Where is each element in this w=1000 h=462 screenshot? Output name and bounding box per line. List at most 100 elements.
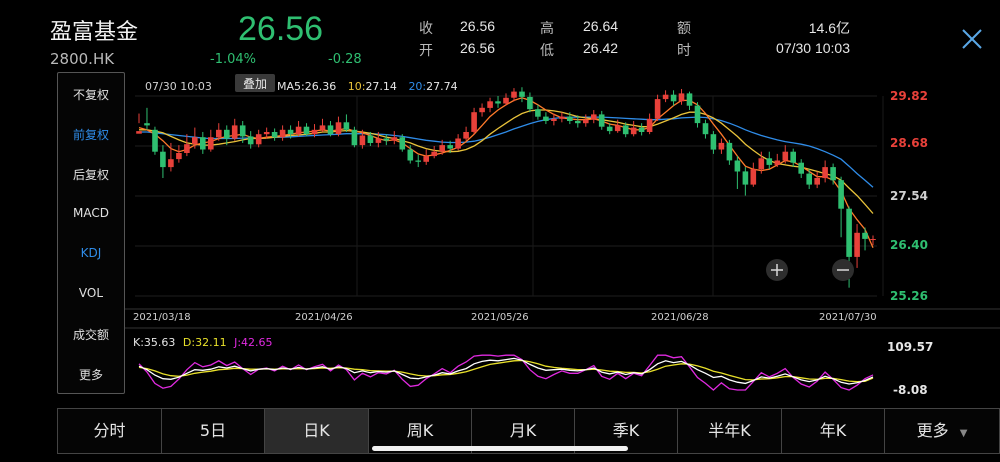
candle-body [271, 132, 278, 138]
candle-body [862, 232, 868, 239]
candle-body [479, 107, 485, 113]
candle-body [463, 132, 469, 139]
candle-body [247, 136, 254, 145]
sidebar-item-kdj[interactable]: KDJ [58, 246, 124, 260]
tab-daily-k[interactable]: 日K [265, 409, 369, 453]
close-button[interactable] [957, 24, 987, 54]
date-tick: 2021/06/28 [651, 312, 709, 323]
candle-body [838, 180, 844, 209]
candle-body [471, 112, 477, 132]
quote-label-close: 收 [419, 21, 433, 37]
ma5-label: MA5: [277, 80, 305, 93]
candle-body [168, 159, 174, 168]
candle-body [575, 121, 581, 124]
kdj-max-tick: 109.57 [887, 340, 933, 354]
ma-legend: MA5:26.36 10:27.14 20:27.74 [277, 80, 458, 93]
candle-body [830, 167, 836, 181]
candle-body [598, 114, 605, 127]
candle-body [303, 126, 310, 135]
candle-body [407, 149, 414, 161]
candle-body [327, 125, 334, 135]
date-tick: 2021/04/26 [295, 312, 353, 323]
kdj-legend: K:35.63 D:32.11 J:42.65 [133, 336, 273, 349]
ma20-value: 27.74 [426, 80, 458, 93]
quote-label-open: 开 [419, 43, 433, 59]
candle-body [750, 169, 757, 185]
candle-body [543, 116, 549, 121]
quote-label-low: 低 [540, 43, 554, 59]
sidebar-item-macd[interactable]: MACD [58, 206, 124, 220]
candle-body [511, 91, 517, 98]
candle-body [846, 208, 852, 257]
kdj-min-tick: -8.08 [893, 383, 928, 397]
price-tick: 25.26 [890, 289, 928, 303]
quote-label-high: 高 [540, 21, 554, 37]
sidebar-item-unadjusted[interactable]: 不复权 [58, 86, 124, 103]
candle-body [670, 94, 677, 102]
candle-body [335, 122, 342, 135]
candle-body [160, 151, 166, 168]
candle-body [718, 142, 725, 150]
quote-value-time: 07/30 10:03 [776, 40, 850, 56]
candle-body [495, 101, 501, 104]
candle-body [447, 145, 453, 149]
sidebar-item-vol[interactable]: VOL [58, 286, 124, 300]
candle-body [455, 138, 461, 149]
candle-body [144, 123, 150, 126]
candle-body [638, 127, 645, 132]
candle-body [295, 126, 302, 135]
candle-body [152, 129, 158, 152]
ma20-line [139, 116, 874, 188]
zoom-out-button[interactable] [832, 259, 854, 281]
candle-body [686, 93, 693, 106]
zoom-in-button[interactable] [766, 259, 788, 281]
price-tick: 26.40 [890, 238, 928, 252]
candlestick-chart[interactable]: 07/30 10:03 叠加 MA5:26.36 10:27.14 20:27.… [125, 72, 1000, 402]
sidebar-item-forward-adjusted[interactable]: 前复权 [58, 126, 124, 143]
ma20-label: 20: [408, 80, 426, 93]
chevron-down-icon: ▼ [959, 428, 968, 439]
candle-body [662, 94, 669, 100]
candle-body [694, 105, 701, 124]
candle-body [224, 129, 230, 139]
tab-yearly-k[interactable]: 年K [782, 409, 885, 453]
quote-value-close: 26.56 [460, 18, 496, 34]
candle-body [319, 125, 326, 130]
ma10-value: 27.14 [365, 80, 397, 93]
home-indicator [372, 446, 628, 451]
quote-label-time: 时 [677, 43, 691, 59]
tab-half-year-k[interactable]: 半年K [678, 409, 782, 453]
candle-body [136, 131, 142, 134]
sidebar-item-backward-adjusted[interactable]: 后复权 [58, 166, 124, 183]
tab-intraday[interactable]: 分时 [58, 409, 162, 453]
change-amount: -0.28 [328, 52, 362, 67]
candle-body [503, 97, 509, 104]
candle-body [279, 129, 286, 138]
candle-body [654, 99, 661, 119]
candle-body [208, 137, 214, 150]
candle-body [519, 91, 525, 97]
stock-code: 2800.HK [50, 50, 115, 68]
candles [136, 87, 876, 288]
candle-body [367, 135, 374, 143]
overlay-button[interactable]: 叠加 [235, 74, 275, 92]
candle-body [822, 167, 828, 179]
change-percent: -1.04% [210, 52, 256, 67]
candle-body [487, 101, 493, 108]
kdj-k-label: K:35.63 [133, 336, 175, 349]
sidebar-item-more[interactable]: 更多 [58, 366, 124, 383]
candle-body [854, 232, 860, 257]
sidebar-item-turnover[interactable]: 成交额 [58, 326, 124, 343]
candle-body [551, 118, 557, 121]
candle-body [351, 129, 358, 146]
candle-body [383, 138, 390, 141]
tab-5day[interactable]: 5日 [162, 409, 265, 453]
candle-body [176, 153, 182, 160]
candle-body [391, 137, 398, 141]
price-tick: 28.68 [890, 136, 928, 150]
quote-value-open: 26.56 [460, 40, 496, 56]
candle-body [559, 116, 565, 119]
date-tick: 2021/03/18 [133, 312, 191, 323]
tab-more[interactable]: 更多 ▼ [885, 409, 999, 453]
quote-label-turnover: 额 [677, 21, 691, 37]
